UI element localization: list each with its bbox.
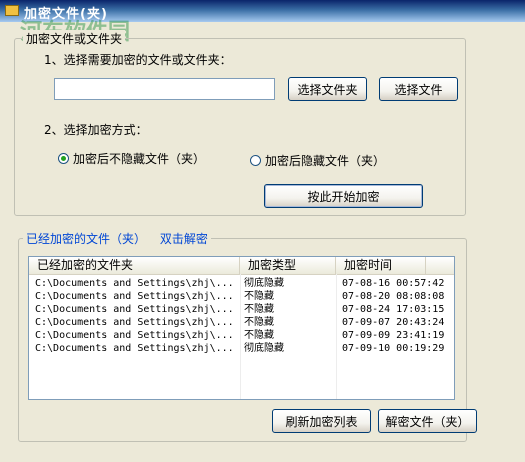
row-path: C:\Documents and Settings\zhj\... — [35, 278, 234, 289]
table-row[interactable]: C:\Documents and Settings\zhj\... 不隐藏 07… — [29, 303, 454, 316]
table-row[interactable]: C:\Documents and Settings\zhj\... 不隐藏 07… — [29, 290, 454, 303]
select-folder-button[interactable]: 选择文件夹 — [288, 77, 367, 101]
radio-checked-icon[interactable] — [58, 153, 69, 164]
row-time: 07-09-09 23:41:19 — [342, 330, 445, 341]
step1-label: 1、选择需要加密的文件或文件夹： — [44, 53, 232, 67]
radio-hide-label: 加密后隐藏文件（夹） — [265, 154, 386, 168]
table-row[interactable]: C:\Documents and Settings\zhj\... 彻底隐藏 0… — [29, 277, 454, 290]
table-row[interactable]: C:\Documents and Settings\zhj\... 不隐藏 07… — [29, 329, 454, 342]
row-time: 07-08-24 17:03:15 — [342, 304, 445, 315]
row-time: 07-08-16 00:57:42 — [342, 278, 445, 289]
row-type: 彻底隐藏 — [244, 278, 284, 289]
row-type: 彻底隐藏 — [244, 343, 284, 354]
window-title: 加密文件(夹) — [24, 7, 108, 22]
radio-keep-visible-label: 加密后不隐藏文件（夹） — [73, 152, 206, 166]
select-file-button[interactable]: 选择文件 — [379, 77, 458, 101]
path-input[interactable] — [54, 78, 275, 100]
start-encrypt-button[interactable]: 按此开始加密 — [264, 184, 423, 208]
row-path: C:\Documents and Settings\zhj\... — [35, 343, 234, 354]
row-path: C:\Documents and Settings\zhj\... — [35, 304, 234, 315]
radio-hide[interactable]: 加密后隐藏文件（夹） — [250, 152, 385, 169]
refresh-list-button[interactable]: 刷新加密列表 — [272, 409, 371, 433]
row-time: 07-08-20 08:08:08 — [342, 291, 445, 302]
column-header-time[interactable]: 加密时间 — [336, 257, 426, 274]
folder-icon — [5, 5, 19, 16]
row-type: 不隐藏 — [244, 330, 274, 341]
row-type: 不隐藏 — [244, 291, 274, 302]
encrypted-list-title: 已经加密的文件（夹） — [26, 232, 147, 246]
column-header-type[interactable]: 加密类型 — [240, 257, 336, 274]
column-header-folder[interactable]: 已经加密的文件夹 — [29, 257, 240, 274]
row-time: 07-09-07 20:43:24 — [342, 317, 445, 328]
double-click-hint: 双击解密 — [159, 232, 208, 246]
title-bar: 加密文件(夹) — [0, 0, 525, 22]
row-path: C:\Documents and Settings\zhj\... — [35, 330, 234, 341]
row-type: 不隐藏 — [244, 304, 274, 315]
radio-unchecked-icon[interactable] — [250, 155, 261, 166]
table-row[interactable]: C:\Documents and Settings\zhj\... 不隐藏 07… — [29, 316, 454, 329]
row-type: 不隐藏 — [244, 317, 274, 328]
encrypted-list-legend: 已经加密的文件（夹） 双击解密 — [23, 230, 211, 247]
radio-keep-visible[interactable]: 加密后不隐藏文件（夹） — [58, 150, 205, 167]
row-path: C:\Documents and Settings\zhj\... — [35, 317, 234, 328]
step2-label: 2、选择加密方式： — [44, 123, 148, 137]
list-header: 已经加密的文件夹 加密类型 加密时间 — [29, 257, 454, 275]
encrypted-list[interactable]: 已经加密的文件夹 加密类型 加密时间 C:\Documents and Sett… — [28, 256, 455, 400]
row-path: C:\Documents and Settings\zhj\... — [35, 291, 234, 302]
encrypt-group-legend: 加密文件或文件夹 — [23, 30, 126, 47]
row-time: 07-09-10 00:19:29 — [342, 343, 445, 354]
table-row[interactable]: C:\Documents and Settings\zhj\... 彻底隐藏 0… — [29, 342, 454, 355]
decrypt-button[interactable]: 解密文件（夹） — [378, 409, 477, 433]
